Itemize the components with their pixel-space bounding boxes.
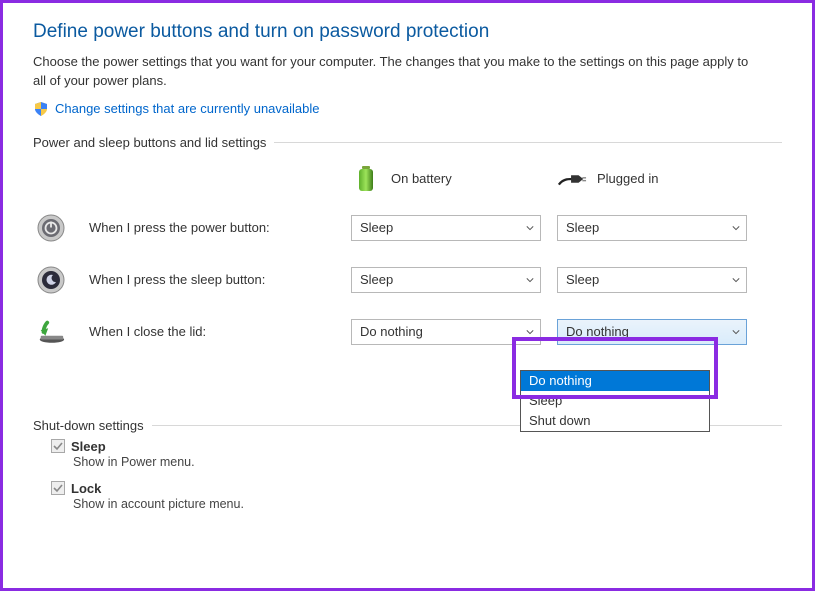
checkbox-lock[interactable]: [51, 481, 65, 495]
dropdown-option-sleep[interactable]: Sleep: [521, 391, 709, 411]
chevron-down-icon: [732, 328, 740, 336]
shutdown-item-lock: Lock Show in account picture menu.: [51, 481, 782, 511]
shield-icon: [33, 101, 49, 117]
close-lid-icon: [36, 317, 66, 347]
chevron-down-icon: [732, 276, 740, 284]
row-close-lid: When I close the lid: Do nothing Do noth…: [33, 306, 782, 358]
power-button-icon: [36, 213, 66, 243]
lid-battery-select[interactable]: Do nothing: [351, 319, 541, 345]
chevron-down-icon: [526, 276, 534, 284]
row-lid-label: When I close the lid:: [85, 324, 345, 339]
checkbox-sleep[interactable]: [51, 439, 65, 453]
dropdown-option-do-nothing[interactable]: Do nothing: [521, 371, 709, 391]
row-sleep-label: When I press the sleep button:: [85, 272, 345, 287]
sleep-button-battery-select[interactable]: Sleep: [351, 267, 541, 293]
shutdown-lock-label: Lock: [71, 481, 101, 496]
row-sleep-button: When I press the sleep button: Sleep Sle…: [33, 254, 782, 306]
check-icon: [53, 441, 63, 451]
shutdown-sleep-desc: Show in Power menu.: [73, 455, 782, 469]
chevron-down-icon: [526, 224, 534, 232]
check-icon: [53, 483, 63, 493]
lid-plugged-dropdown[interactable]: Do nothing Sleep Shut down: [520, 370, 710, 432]
row-power-button: When I press the power button: Sleep Sle…: [33, 202, 782, 254]
power-settings-grid: On battery Plugged in When I press the p…: [33, 156, 782, 358]
shutdown-lock-desc: Show in account picture menu.: [73, 497, 782, 511]
col-header-plugged: Plugged in: [557, 164, 757, 194]
sleep-button-icon: [36, 265, 66, 295]
shutdown-sleep-label: Sleep: [71, 439, 106, 454]
section-power-sleep-title: Power and sleep buttons and lid settings: [33, 135, 782, 150]
plug-icon: [557, 164, 587, 194]
chevron-down-icon: [732, 224, 740, 232]
sleep-button-plugged-select[interactable]: Sleep: [557, 267, 747, 293]
battery-icon: [351, 164, 381, 194]
power-button-battery-select[interactable]: Sleep: [351, 215, 541, 241]
dropdown-option-shut-down[interactable]: Shut down: [521, 411, 709, 431]
col-header-battery: On battery: [351, 164, 551, 194]
change-settings-link[interactable]: Change settings that are currently unava…: [55, 101, 320, 116]
power-button-plugged-select[interactable]: Sleep: [557, 215, 747, 241]
change-settings-link-row: Change settings that are currently unava…: [33, 101, 782, 117]
page-title: Define power buttons and turn on passwor…: [33, 21, 782, 43]
page-subtitle: Choose the power settings that you want …: [33, 53, 753, 91]
chevron-down-icon: [526, 328, 534, 336]
row-power-label: When I press the power button:: [85, 220, 345, 235]
shutdown-item-sleep: Sleep Show in Power menu.: [51, 439, 782, 469]
lid-plugged-select[interactable]: Do nothing: [557, 319, 747, 345]
